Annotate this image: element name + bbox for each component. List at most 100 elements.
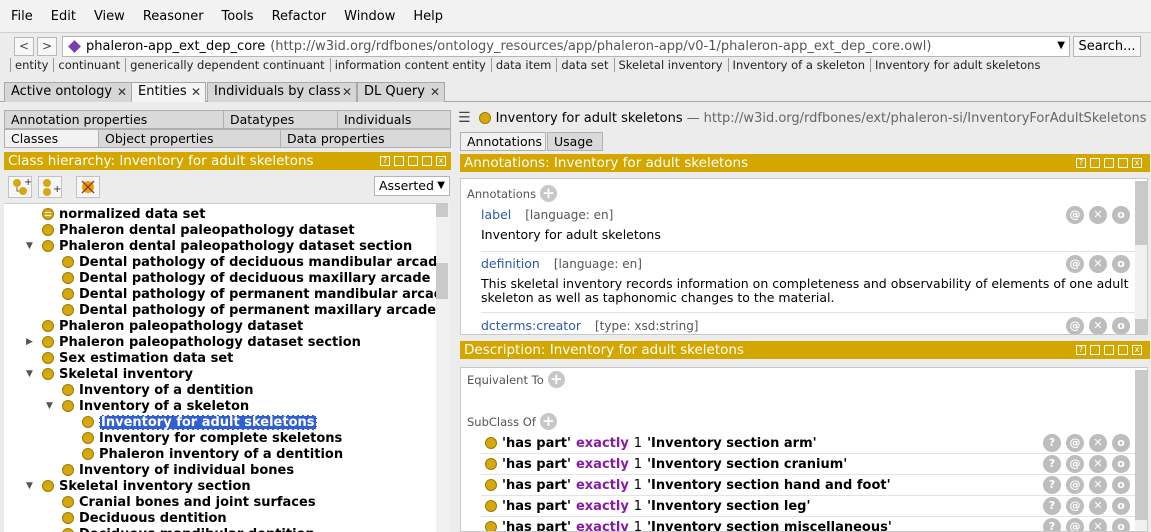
tab-entities[interactable]: Entities ✕: [131, 82, 206, 102]
pin-icon[interactable]: [394, 156, 404, 166]
asserted-selector[interactable]: Asserted ▼: [374, 176, 450, 196]
explain-icon[interactable]: ?: [1043, 434, 1061, 452]
close-icon[interactable]: ✕: [117, 83, 127, 101]
explain-icon[interactable]: ?: [1043, 455, 1061, 473]
explain-icon[interactable]: ?: [1043, 497, 1061, 515]
edit-icon[interactable]: o: [1112, 206, 1130, 224]
scrollbar-thumb[interactable]: [436, 203, 448, 217]
edit-icon[interactable]: o: [1112, 317, 1130, 334]
tree-item[interactable]: Inventory for complete skeletons: [82, 430, 342, 446]
edit-icon[interactable]: o: [1112, 255, 1130, 273]
breadcrumb-item[interactable]: continuant: [53, 58, 125, 72]
tree-item[interactable]: Skeletal inventory section: [42, 478, 251, 494]
annotate-icon[interactable]: @: [1066, 518, 1084, 531]
maximize-icon[interactable]: [1118, 158, 1128, 168]
explain-icon[interactable]: ?: [1043, 518, 1061, 531]
delete-icon[interactable]: ✕: [1089, 255, 1107, 273]
delete-icon[interactable]: ✕: [1089, 497, 1107, 515]
menu-icon[interactable]: ☰: [458, 110, 471, 126]
annotate-icon[interactable]: @: [1066, 455, 1084, 473]
menu-window[interactable]: Window: [335, 9, 404, 24]
subclass-row[interactable]: 'has part' exactly 1 'Inventory section cra…: [485, 455, 1045, 473]
menu-help[interactable]: Help: [404, 9, 452, 24]
breadcrumb-item[interactable]: information content entity: [329, 58, 490, 72]
tree-item[interactable]: normalized data set: [42, 206, 205, 222]
dropdown-arrow-icon[interactable]: ▼: [1057, 40, 1065, 51]
class-tree[interactable]: normalized data set Phaleron dental paleo…: [4, 203, 436, 532]
edit-icon[interactable]: o: [1112, 455, 1130, 473]
annotations-scrollbar[interactable]: [1135, 181, 1147, 334]
breadcrumb-item[interactable]: data set: [556, 58, 613, 72]
annotate-icon[interactable]: @: [1066, 476, 1084, 494]
delete-icon[interactable]: ✕: [1089, 518, 1107, 531]
tree-item[interactable]: Cranial bones and joint surfaces: [62, 494, 316, 510]
collapse-icon[interactable]: ▼: [46, 401, 53, 411]
add-sibling-button[interactable]: +: [38, 176, 62, 198]
tree-item[interactable]: Inventory of a dentition: [62, 382, 254, 398]
help-icon[interactable]: ?: [1076, 158, 1086, 168]
annotation-property[interactable]: label: [481, 207, 511, 222]
tree-item[interactable]: Phaleron dental paleopathology dataset s…: [42, 238, 412, 254]
menu-file[interactable]: File: [2, 9, 42, 24]
subclass-row[interactable]: 'has part' exactly 1 'Inventory section arm…: [485, 434, 1045, 452]
breadcrumb-item[interactable]: Inventory for adult skeletons: [870, 58, 1045, 72]
annotate-icon[interactable]: @: [1066, 497, 1084, 515]
close-icon[interactable]: x: [1132, 345, 1142, 355]
pin-icon[interactable]: [1090, 158, 1100, 168]
help-icon[interactable]: ?: [1076, 345, 1086, 355]
tree-item[interactable]: Deciduous mandibular dentition: [62, 526, 315, 532]
edit-icon[interactable]: o: [1112, 476, 1130, 494]
add-subclass-button[interactable]: +: [8, 176, 32, 198]
tab-dl-query[interactable]: DL Query ✕: [357, 82, 445, 102]
add-equivalent-icon[interactable]: +: [547, 371, 565, 388]
subclass-row[interactable]: 'has part' exactly 1 'Inventory section mis…: [485, 518, 1045, 531]
breadcrumb-item[interactable]: data item: [490, 58, 556, 72]
subclass-row[interactable]: 'has part' exactly 1 'Inventory section leg…: [485, 497, 1045, 515]
annotate-icon[interactable]: @: [1066, 434, 1084, 452]
tree-item[interactable]: Phaleron dental paleopathology dataset: [42, 222, 355, 238]
tab-object-properties[interactable]: Object properties: [98, 129, 281, 148]
collapse-icon[interactable]: ▼: [26, 369, 33, 379]
tab-individuals-by-class[interactable]: Individuals by class ✕: [207, 82, 357, 102]
menu-tools[interactable]: Tools: [213, 9, 263, 24]
tab-annotations[interactable]: Annotations: [460, 132, 546, 151]
add-annotation-icon[interactable]: +: [540, 185, 558, 202]
back-button[interactable]: <: [14, 37, 34, 56]
edit-icon[interactable]: o: [1112, 518, 1130, 531]
delete-icon[interactable]: ✕: [1089, 476, 1107, 494]
delete-icon[interactable]: ✕: [1089, 317, 1107, 334]
scrollbar-thumb[interactable]: [1135, 319, 1147, 334]
maximize-icon[interactable]: [1118, 345, 1128, 355]
description-scrollbar[interactable]: [1135, 370, 1147, 531]
delete-icon[interactable]: ✕: [1089, 434, 1107, 452]
annotation-property[interactable]: definition: [481, 256, 540, 271]
tree-item[interactable]: Deciduous dentition: [62, 510, 227, 526]
tree-item[interactable]: Dental pathology of permanent maxillary …: [62, 302, 436, 318]
tab-usage[interactable]: Usage: [547, 132, 603, 151]
breadcrumb-item[interactable]: Skeletal inventory: [613, 58, 727, 72]
expand-icon[interactable]: ▶: [26, 337, 33, 347]
breadcrumb-item[interactable]: generically dependent continuant: [125, 58, 329, 72]
pin-icon[interactable]: [1090, 345, 1100, 355]
annotate-icon[interactable]: @: [1066, 317, 1084, 334]
tree-item[interactable]: Dental pathology of deciduous maxillary …: [62, 270, 430, 286]
subclass-row[interactable]: 'has part' exactly 1 'Inventory section han…: [485, 476, 1045, 494]
scrollbar-thumb[interactable]: [1135, 370, 1147, 520]
split-icon[interactable]: [1104, 158, 1114, 168]
tree-item[interactable]: Inventory of individual bones: [62, 462, 294, 478]
tree-item[interactable]: Phaleron inventory of a dentition: [82, 446, 343, 462]
tree-item[interactable]: Dental pathology of deciduous mandibular…: [62, 254, 436, 270]
tab-data-properties[interactable]: Data properties: [280, 129, 451, 148]
close-icon[interactable]: ✕: [342, 83, 352, 101]
delete-class-button[interactable]: [76, 176, 100, 198]
collapse-icon[interactable]: ▼: [26, 481, 33, 491]
tab-datatypes[interactable]: Datatypes: [223, 110, 338, 129]
delete-icon[interactable]: ✕: [1089, 455, 1107, 473]
collapse-icon[interactable]: ▼: [26, 241, 33, 251]
menu-reasoner[interactable]: Reasoner: [134, 9, 213, 24]
close-icon[interactable]: x: [436, 156, 446, 166]
close-icon[interactable]: ✕: [430, 83, 440, 101]
forward-button[interactable]: >: [37, 37, 57, 56]
ontology-selector[interactable]: phaleron-app_ext_dep_core (http://w3id.o…: [62, 36, 1070, 57]
edit-icon[interactable]: o: [1112, 434, 1130, 452]
